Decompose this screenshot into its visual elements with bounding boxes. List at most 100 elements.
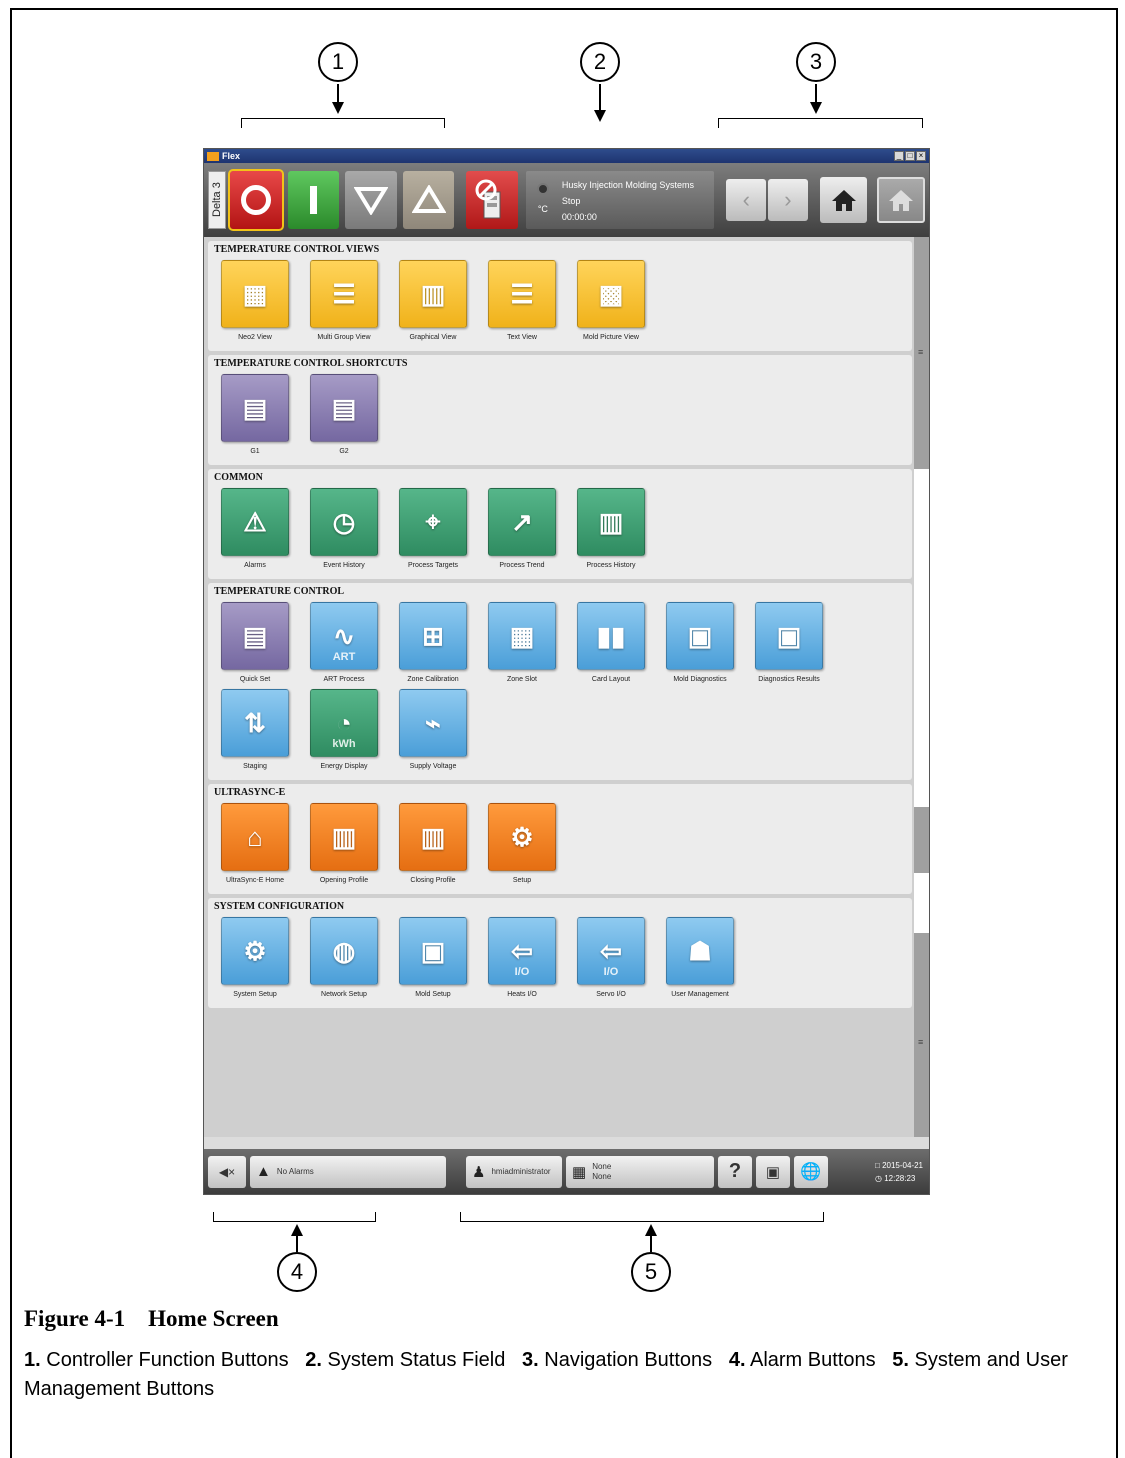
tile-user-management[interactable]: ☗ User Management bbox=[659, 917, 741, 1002]
tile-text-view[interactable]: ☰ Text View bbox=[481, 260, 563, 345]
tile-event-history[interactable]: ◷ Event History bbox=[303, 488, 385, 573]
date-time: □ 2015-04-21 ◷ 12:28:23 bbox=[875, 1159, 927, 1185]
tile-mold-setup[interactable]: ▣ Mold Setup bbox=[392, 917, 474, 1002]
globe-network-icon: ◍ bbox=[310, 917, 378, 985]
tile-diagnostics-results[interactable]: ▣ Diagnostics Results bbox=[748, 602, 830, 687]
legend-num-3: 3. bbox=[522, 1349, 539, 1371]
tile-alarms[interactable]: ⚠ Alarms bbox=[214, 488, 296, 573]
controller-name-tab[interactable]: Delta 3 bbox=[208, 171, 226, 229]
tile-heats-i-o[interactable]: ⇦ I/O Heats I/O bbox=[481, 917, 563, 1002]
thermometer-group-icon: ▤ bbox=[221, 374, 289, 442]
zone-slot-icon: ▦ bbox=[488, 602, 556, 670]
tile-network-setup[interactable]: ◍ Network Setup bbox=[303, 917, 385, 1002]
user-button[interactable]: ♟ hmiadministrator bbox=[466, 1155, 562, 1188]
callout-5: 5 bbox=[631, 1252, 671, 1292]
tile-process-targets[interactable]: ⌖ Process Targets bbox=[392, 488, 474, 573]
section-temperature-control: TEMPERATURE CONTROL ▤ Quick Set ∿ ART ART Pro… bbox=[208, 583, 912, 780]
tile-quick-set[interactable]: ▤ Quick Set bbox=[214, 602, 296, 687]
tile-label: Mold Picture View bbox=[583, 334, 639, 341]
stop-button[interactable] bbox=[228, 169, 284, 231]
globe-icon: 🌐 bbox=[800, 1161, 822, 1181]
tile-setup[interactable]: ⚙ Setup bbox=[481, 803, 563, 888]
tile-zone-slot[interactable]: ▦ Zone Slot bbox=[481, 602, 563, 687]
tile-card-layout[interactable]: ▮▮ Card Layout bbox=[570, 602, 652, 687]
setup-gear-icon: ⚙ bbox=[488, 803, 556, 871]
maximize-button[interactable]: □ bbox=[905, 151, 915, 161]
section-temperature-control-views: TEMPERATURE CONTROL VIEWS ▦ Neo2 View ☰ Mult… bbox=[208, 241, 912, 351]
section-ultrasync-e: ULTRASYNC-E ⌂ UltraSync-E Home ▥ Opening Pro… bbox=[208, 784, 912, 894]
ultrasync-stop-button[interactable] bbox=[466, 171, 518, 229]
favorite-home-button[interactable] bbox=[877, 177, 926, 223]
mold-diagnostics-icon: ▣ bbox=[666, 602, 734, 670]
mold-name: None bbox=[592, 1161, 612, 1171]
tile-label: Opening Profile bbox=[319, 877, 369, 884]
tile-label: Graphical View bbox=[409, 334, 457, 341]
system-gears-icon: ⚙ bbox=[221, 917, 289, 985]
tile-servo-i-o[interactable]: ⇦ I/O Servo I/O bbox=[570, 917, 652, 1002]
tile-multi-group-view[interactable]: ☰ Multi Group View bbox=[303, 260, 385, 345]
standby-down-button[interactable] bbox=[345, 171, 397, 229]
boost-up-button[interactable] bbox=[402, 171, 455, 229]
tile-label: Neo2 View bbox=[238, 334, 272, 341]
tile-label: Zone Calibration bbox=[407, 676, 459, 683]
start-button[interactable] bbox=[287, 171, 340, 229]
tile-g2[interactable]: ▤ G2 bbox=[303, 374, 385, 459]
tile-process-history[interactable]: ▥ Process History bbox=[570, 488, 652, 573]
section-system-configuration: SYSTEM CONFIGURATION ⚙ System Setup ◍ Networ… bbox=[208, 898, 912, 1008]
tile-label: Supply Voltage bbox=[409, 763, 457, 770]
tile-label: Mold Setup bbox=[415, 991, 451, 998]
language-button[interactable]: 🌐 bbox=[794, 1155, 828, 1188]
tile-neo2-view[interactable]: ▦ Neo2 View bbox=[214, 260, 296, 345]
tile-zone-calibration[interactable]: ⊞ Zone Calibration bbox=[392, 602, 474, 687]
section-title: TEMPERATURE CONTROL VIEWS bbox=[214, 244, 380, 255]
tile-energy-display[interactable]: ◔ kWh Energy Display bbox=[303, 689, 385, 774]
callout-4-bracket bbox=[213, 1212, 376, 1222]
mold-button[interactable]: ▦ None None bbox=[566, 1155, 714, 1188]
alarm-button[interactable]: ▲ No Alarms bbox=[250, 1155, 446, 1188]
forward-button[interactable]: › bbox=[768, 179, 808, 221]
mute-button[interactable]: ◀× bbox=[208, 1155, 246, 1188]
section-temperature-control-shortcuts: TEMPERATURE CONTROL SHORTCUTS ▤ G1 ▤ G2 bbox=[208, 355, 912, 465]
tile-label: Alarms bbox=[244, 562, 266, 569]
close-button[interactable]: × bbox=[916, 151, 926, 161]
tile-ultrasync-e-home[interactable]: ⌂ UltraSync-E Home bbox=[214, 803, 296, 888]
tile-closing-profile[interactable]: ▥ Closing Profile bbox=[392, 803, 474, 888]
scroll-thumb[interactable] bbox=[914, 469, 929, 807]
tile-system-setup[interactable]: ⚙ System Setup bbox=[214, 917, 296, 1002]
tile-art-process[interactable]: ∿ ART ART Process bbox=[303, 602, 385, 687]
tile-g1[interactable]: ▤ G1 bbox=[214, 374, 296, 459]
tile-label: Closing Profile bbox=[410, 877, 456, 884]
section-common: COMMON ⚠ Alarms ◷ Event History ⌖ Process Targ… bbox=[208, 469, 912, 579]
thermometer-group-icon: ▤ bbox=[310, 374, 378, 442]
scroll-thumb-secondary[interactable] bbox=[914, 873, 929, 933]
tile-mold-picture-view[interactable]: ▩ Mold Picture View bbox=[570, 260, 652, 345]
legend-text-4: Alarm Buttons bbox=[749, 1349, 876, 1371]
home-button[interactable] bbox=[819, 177, 868, 223]
tile-graphical-view[interactable]: ▥ Graphical View bbox=[392, 260, 474, 345]
screenshot-button[interactable]: ▣ bbox=[756, 1155, 790, 1188]
window-titlebar: Flex _ □ × bbox=[204, 149, 929, 163]
minimize-button[interactable]: _ bbox=[894, 151, 904, 161]
system-status-field: °C Husky Injection Molding Systems Stop … bbox=[525, 171, 715, 229]
warning-triangle-icon: ⚠ bbox=[221, 488, 289, 556]
clock-history-icon: ◷ bbox=[310, 488, 378, 556]
tile-opening-profile[interactable]: ▥ Opening Profile bbox=[303, 803, 385, 888]
status-company: Husky Injection Molding Systems bbox=[561, 180, 694, 190]
opening-profile-icon: ▥ bbox=[310, 803, 378, 871]
back-button[interactable]: ‹ bbox=[726, 179, 767, 221]
footer-bar: ◀× ▲ No Alarms ♟ hmiadministrator ▦ None… bbox=[204, 1149, 929, 1194]
tile-supply-voltage[interactable]: ⌁ Supply Voltage bbox=[392, 689, 474, 774]
status-state: Stop bbox=[561, 196, 581, 206]
callout-1-leader bbox=[337, 84, 339, 104]
current-time: 12:28:23 bbox=[884, 1173, 916, 1183]
tile-process-trend[interactable]: ↗ Process Trend bbox=[481, 488, 563, 573]
tile-label: UltraSync-E Home bbox=[226, 877, 284, 884]
tile-staging[interactable]: ⇅ Staging bbox=[214, 689, 296, 774]
tile-label: Staging bbox=[243, 763, 267, 770]
help-button[interactable]: ? bbox=[718, 1155, 752, 1188]
vertical-scrollbar[interactable]: ≡ ≡ bbox=[914, 237, 929, 1137]
alarm-status-text: No Alarms bbox=[276, 1167, 314, 1176]
staging-icon: ⇅ bbox=[221, 689, 289, 757]
tile-mold-diagnostics[interactable]: ▣ Mold Diagnostics bbox=[659, 602, 741, 687]
legend-num-4: 4. bbox=[728, 1349, 746, 1371]
